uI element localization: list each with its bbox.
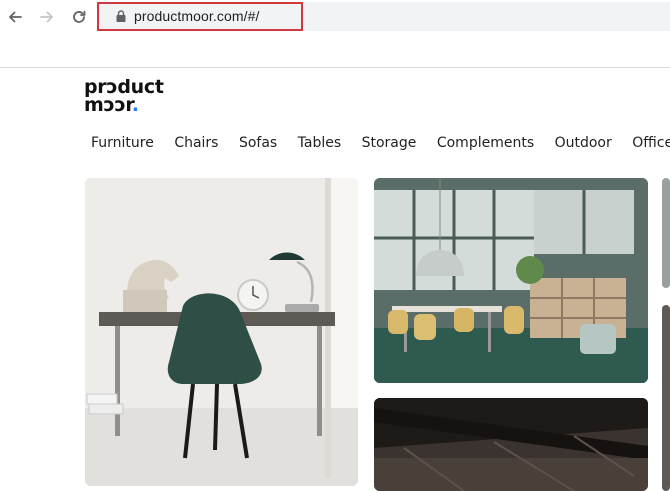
back-arrow-icon: [9, 11, 22, 23]
partial-image-right-top[interactable]: [662, 178, 670, 288]
menu-item-sofas[interactable]: Sofas: [239, 135, 277, 151]
menu-item-furniture[interactable]: Furniture: [91, 135, 154, 151]
desk-with-green-chair-photo[interactable]: [85, 178, 358, 486]
forward-button[interactable]: [36, 6, 58, 28]
menu-item-tables[interactable]: Tables: [298, 135, 342, 151]
url-text[interactable]: productmoor.com/#/: [134, 8, 260, 24]
partial-image-right-bottom[interactable]: [662, 305, 670, 491]
menu-item-storage[interactable]: Storage: [362, 135, 417, 151]
site-logo[interactable]: prɔduct mɔɔr.: [84, 78, 174, 118]
forward-arrow-icon: [40, 11, 53, 23]
menu-item-chairs[interactable]: Chairs: [174, 135, 218, 151]
menu-item-office[interactable]: Office: [632, 135, 670, 151]
dining-room-green-walls-photo[interactable]: [374, 178, 648, 383]
browser-toolbar: productmoor.com/#/: [0, 0, 670, 68]
reload-icon: [73, 10, 86, 23]
back-button[interactable]: [4, 6, 26, 28]
menu-item-outdoor[interactable]: Outdoor: [555, 135, 612, 151]
category-menu: Furniture Chairs Sofas Tables Storage Co…: [91, 135, 670, 155]
dark-wood-interior-photo[interactable]: [374, 398, 648, 491]
lock-icon: [116, 10, 126, 22]
reload-button[interactable]: [68, 6, 90, 28]
menu-item-complements[interactable]: Complements: [437, 135, 534, 151]
